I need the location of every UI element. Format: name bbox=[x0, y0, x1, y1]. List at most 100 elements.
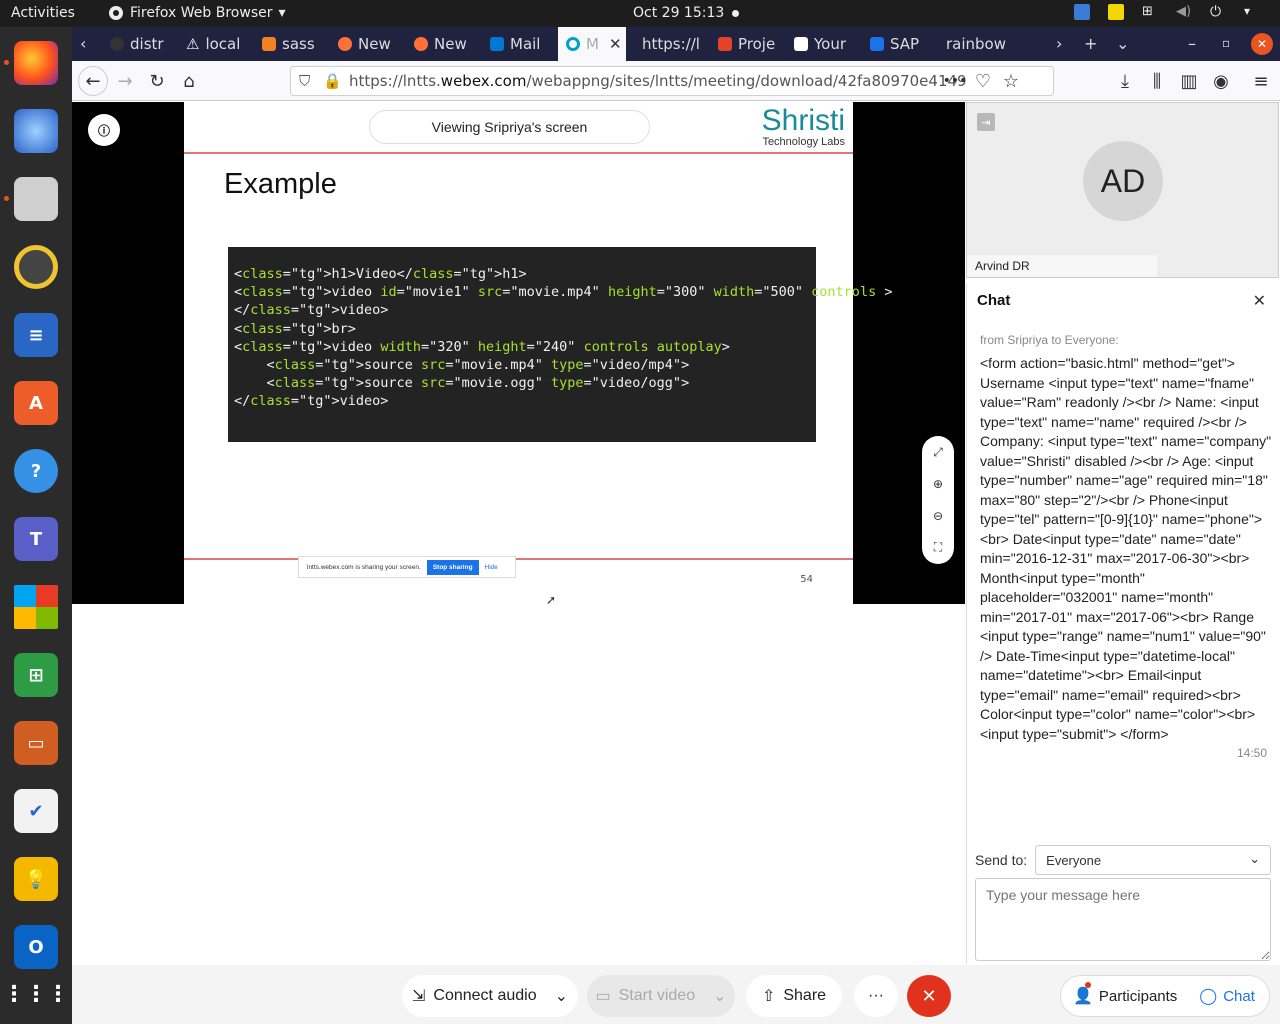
url-bar[interactable]: ⛉ 🔒 https://lntts. webex.com/webappng/sit… bbox=[290, 66, 1054, 96]
list-tabs-icon[interactable]: ⌄ bbox=[1116, 34, 1129, 53]
connect-audio-button[interactable]: ⇲ Connect audio ⌄ bbox=[402, 975, 578, 1017]
outlook-icon[interactable]: O bbox=[14, 925, 58, 969]
firefox-icon[interactable] bbox=[14, 41, 58, 85]
chat-message-sender: from Sripriya to Everyone: bbox=[980, 333, 1119, 347]
tab[interactable]: SAP bbox=[862, 27, 937, 61]
more-options-button[interactable]: ··· bbox=[854, 975, 898, 1017]
tab[interactable]: Mail bbox=[482, 27, 557, 61]
impress-icon[interactable]: ▭ bbox=[14, 721, 58, 765]
notes-icon[interactable] bbox=[1108, 4, 1124, 20]
code-block: <class="tg">h1>Video</class="tg">h1> <cla… bbox=[228, 247, 892, 442]
software-icon[interactable]: A bbox=[14, 381, 58, 425]
start-video-button[interactable]: ▭ Start video ⌄ bbox=[587, 975, 735, 1017]
shristi-logo: Shristi Technology Labs bbox=[762, 106, 845, 149]
close-icon[interactable]: ✕ bbox=[1253, 291, 1266, 311]
info-icon[interactable]: ⓘ bbox=[88, 114, 120, 146]
power-icon[interactable]: ⏻ bbox=[1210, 4, 1226, 20]
idea-icon[interactable]: 💡 bbox=[14, 857, 58, 901]
participants-button[interactable]: 👤 Participants bbox=[1073, 982, 1178, 1006]
chevron-down-icon[interactable]: ▾ bbox=[1244, 4, 1260, 20]
reload-icon[interactable]: ↻ bbox=[144, 69, 170, 93]
collapse-panel-icon[interactable]: ⇥ bbox=[977, 113, 995, 131]
start-video-label: Start video bbox=[618, 987, 696, 1004]
teams-icon[interactable]: T bbox=[14, 517, 58, 561]
account-icon[interactable]: ◉ bbox=[1208, 69, 1234, 93]
tab[interactable]: sass bbox=[254, 27, 329, 61]
video-off-icon: ▭ bbox=[595, 988, 611, 1005]
sidebar-icon[interactable]: ▥ bbox=[1176, 69, 1202, 93]
restore-icon[interactable]: ▫ bbox=[1222, 36, 1230, 50]
lock-icon[interactable]: 🔒 bbox=[323, 72, 342, 90]
participants-icon: 👤 bbox=[1073, 982, 1093, 1006]
close-icon: ✕ bbox=[921, 985, 937, 1006]
network-icon[interactable]: ⊞ bbox=[1142, 4, 1158, 20]
slide-divider bbox=[184, 152, 853, 154]
clock[interactable]: Oct 29 15:13 bbox=[633, 5, 724, 21]
app-menu[interactable]: Firefox Web Browser ▾ bbox=[108, 5, 286, 21]
close-icon[interactable]: ✕ bbox=[609, 35, 622, 53]
navigation-bar: ← → ↻ ⌂ ⛉ 🔒 https://lntts. webex.com/weba… bbox=[72, 61, 1280, 101]
calc-icon[interactable]: ⊞ bbox=[14, 653, 58, 697]
firefox-app-icon bbox=[109, 6, 123, 20]
zoom-in-icon[interactable]: ⊕ bbox=[933, 477, 943, 491]
send-to-select[interactable]: Everyone ⌄ bbox=[1035, 845, 1272, 875]
tab-label: https://l bbox=[642, 35, 700, 53]
page-actions-icon[interactable]: ••• bbox=[942, 69, 968, 93]
tab[interactable]: https://l bbox=[634, 27, 709, 61]
expand-icon[interactable]: ⤢ bbox=[933, 445, 943, 460]
library-icon[interactable]: ⫼ bbox=[1144, 69, 1170, 93]
home-icon[interactable]: ⌂ bbox=[176, 69, 202, 93]
writer-icon[interactable]: ≡ bbox=[14, 313, 58, 357]
thunderbird-icon[interactable] bbox=[14, 109, 58, 153]
shared-screen: ⓘ Viewing Sripriya's screen Shristi Tech… bbox=[72, 102, 965, 604]
rhythmbox-icon[interactable] bbox=[14, 245, 58, 289]
tab[interactable]: distr bbox=[102, 27, 177, 61]
vpn-icon[interactable] bbox=[1074, 4, 1090, 20]
chevron-down-icon: ⌄ bbox=[1249, 851, 1261, 866]
close-window-icon[interactable]: ✕ bbox=[1251, 33, 1273, 55]
minimize-icon[interactable]: – bbox=[1188, 34, 1196, 53]
chevron-down-icon[interactable]: ⌄ bbox=[555, 986, 568, 1006]
tab-label: local bbox=[205, 35, 241, 53]
scroll-tabs-right-icon[interactable]: › bbox=[1056, 34, 1062, 53]
chat-message-input[interactable] bbox=[975, 878, 1271, 961]
show-applications-icon[interactable]: ⋮⋮⋮ bbox=[3, 972, 69, 1016]
tab[interactable]: Proje bbox=[710, 27, 785, 61]
forward-icon[interactable]: → bbox=[112, 69, 138, 93]
tab[interactable]: rainbow bbox=[938, 27, 1013, 61]
fit-screen-icon[interactable]: ⛶ bbox=[934, 540, 942, 555]
stop-sharing-button[interactable]: Stop sharing bbox=[426, 559, 479, 575]
bookmark-star-icon[interactable]: ☆ bbox=[998, 69, 1024, 93]
chat-button[interactable]: ◯ Chat bbox=[1199, 986, 1255, 1006]
tab[interactable]: New bbox=[330, 27, 405, 61]
downloads-icon[interactable]: ⤓ bbox=[1112, 69, 1138, 93]
tab[interactable]: Your bbox=[786, 27, 861, 61]
volume-icon[interactable]: ◀) bbox=[1176, 4, 1192, 20]
back-icon[interactable]: ← bbox=[78, 66, 108, 96]
participants-label: Participants bbox=[1098, 987, 1178, 1005]
menu-icon[interactable]: ≡ bbox=[1248, 69, 1274, 93]
office-icon[interactable] bbox=[14, 585, 58, 629]
pocket-icon[interactable]: ♡ bbox=[970, 69, 996, 93]
share-button[interactable]: ⇧ Share bbox=[746, 975, 842, 1017]
slide-title: Example bbox=[224, 168, 337, 200]
zoom-out-icon[interactable]: ⊖ bbox=[933, 509, 943, 523]
hide-button[interactable]: Hide bbox=[485, 564, 498, 571]
tab-active[interactable]: M ✕ bbox=[558, 27, 626, 61]
files-icon[interactable] bbox=[14, 177, 58, 221]
code-line: <class="tg">source src="movie.mp4" type=… bbox=[234, 357, 690, 374]
todo-icon[interactable]: ✔ bbox=[14, 789, 58, 833]
notification-dot bbox=[732, 10, 739, 17]
chevron-down-icon[interactable]: ⌄ bbox=[713, 986, 726, 1006]
slide-page-number: 54 bbox=[800, 574, 813, 585]
activities-button[interactable]: Activities bbox=[11, 5, 75, 21]
shield-icon[interactable]: ⛉ bbox=[299, 72, 310, 90]
help-icon[interactable]: ? bbox=[14, 449, 58, 493]
tab[interactable]: ⚠ local bbox=[178, 27, 253, 61]
leave-meeting-button[interactable]: ✕ bbox=[907, 975, 951, 1017]
new-tab-icon[interactable]: + bbox=[1084, 34, 1097, 53]
scroll-tabs-left-icon[interactable]: ‹ bbox=[80, 34, 86, 53]
tab-label: rainbow bbox=[946, 35, 1006, 53]
code-line: <class="tg">br> bbox=[234, 320, 356, 337]
tab[interactable]: New bbox=[406, 27, 481, 61]
